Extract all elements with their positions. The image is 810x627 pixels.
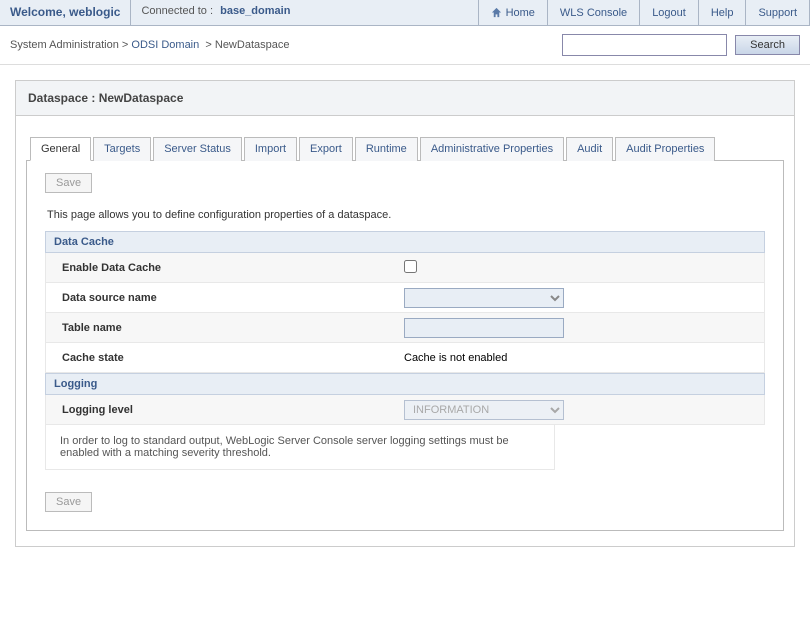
welcome-label: Welcome, weblogic <box>0 0 131 25</box>
nav-wls-console[interactable]: WLS Console <box>548 0 640 25</box>
tab-targets[interactable]: Targets <box>93 137 151 161</box>
panel-title: Dataspace : NewDataspace <box>16 81 794 116</box>
logging-level-select[interactable]: INFORMATION <box>404 400 564 420</box>
section-data-cache: Data Cache <box>45 231 765 253</box>
nav-support[interactable]: Support <box>746 0 810 25</box>
tab-bar: General Targets Server Status Import Exp… <box>26 136 784 161</box>
cache-state-value: Cache is not enabled <box>404 352 756 364</box>
nav-help[interactable]: Help <box>699 0 747 25</box>
tab-export[interactable]: Export <box>299 137 353 161</box>
search-input[interactable] <box>562 34 727 56</box>
tab-import[interactable]: Import <box>244 137 297 161</box>
enable-data-cache-checkbox[interactable] <box>404 260 417 273</box>
tab-server-status[interactable]: Server Status <box>153 137 242 161</box>
connected-label: Connected to : base_domain <box>131 0 478 25</box>
row-table-name: Table name <box>45 313 765 343</box>
home-icon <box>491 7 502 18</box>
connected-domain: base_domain <box>220 5 290 17</box>
logging-note: In order to log to standard output, WebL… <box>45 425 555 470</box>
table-name-input[interactable] <box>404 318 564 338</box>
search-button[interactable]: Search <box>735 35 800 55</box>
tab-general[interactable]: General <box>30 137 91 161</box>
data-source-name-select[interactable] <box>404 288 564 308</box>
breadcrumb-odsi[interactable]: ODSI Domain <box>131 39 199 51</box>
sub-bar: System Administration > ODSI Domain > Ne… <box>0 26 810 65</box>
nav-home[interactable]: Home <box>479 0 548 25</box>
dataspace-panel: Dataspace : NewDataspace General Targets… <box>15 80 795 547</box>
tab-content-general: Save This page allows you to define conf… <box>26 161 784 531</box>
row-data-source-name: Data source name <box>45 283 765 313</box>
top-nav: Home WLS Console Logout Help Support <box>479 0 810 25</box>
search-area: Search <box>562 34 800 56</box>
row-enable-data-cache: Enable Data Cache <box>45 253 765 283</box>
row-cache-state: Cache state Cache is not enabled <box>45 343 765 373</box>
nav-logout[interactable]: Logout <box>640 0 699 25</box>
tab-audit-props[interactable]: Audit Properties <box>615 137 715 161</box>
save-button-top[interactable]: Save <box>45 173 92 193</box>
tab-runtime[interactable]: Runtime <box>355 137 418 161</box>
page-description: This page allows you to define configura… <box>47 209 765 221</box>
breadcrumb: System Administration > ODSI Domain > Ne… <box>10 39 289 51</box>
row-logging-level: Logging level INFORMATION <box>45 395 765 425</box>
save-button-bottom[interactable]: Save <box>45 492 92 512</box>
tab-admin-props[interactable]: Administrative Properties <box>420 137 564 161</box>
section-logging: Logging <box>45 373 765 395</box>
top-bar: Welcome, weblogic Connected to : base_do… <box>0 0 810 26</box>
breadcrumb-current: NewDataspace <box>215 39 290 51</box>
tab-audit[interactable]: Audit <box>566 137 613 161</box>
